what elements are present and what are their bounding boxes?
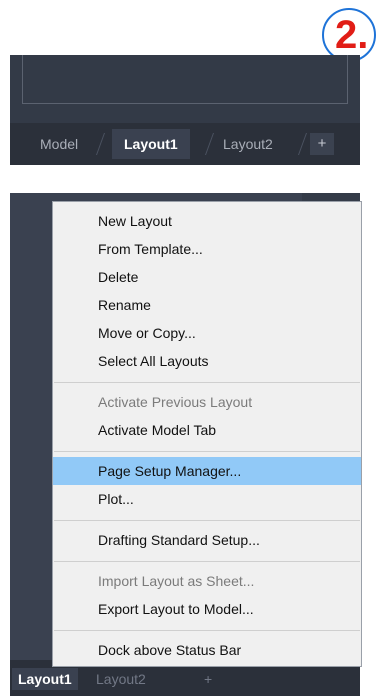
context-menu: New Layout From Template... Delete Renam… <box>52 201 362 667</box>
menu-item-activate-model-tab[interactable]: Activate Model Tab <box>53 416 361 444</box>
plus-icon: + <box>204 671 213 687</box>
menu-divider <box>54 630 360 631</box>
layout-tabs-panel: Model Layout1 Layout2 + <box>10 55 360 165</box>
step-number: 2. <box>335 13 369 57</box>
menu-item-import-layout-as-sheet: Import Layout as Sheet... <box>98 573 255 589</box>
add-layout-button-bottom[interactable]: + <box>204 671 212 687</box>
tab-separator <box>204 133 215 155</box>
menu-item-move-or-copy[interactable]: Move or Copy... <box>53 319 361 347</box>
menu-item-select-all-layouts[interactable]: Select All Layouts <box>53 347 361 375</box>
menu-item-plot[interactable]: Plot... <box>53 485 361 513</box>
drawing-area <box>10 55 360 123</box>
menu-divider <box>54 382 360 383</box>
menu-item-delete[interactable]: Delete <box>53 263 361 291</box>
step-badge: 2. <box>322 8 376 62</box>
menu-item-rename[interactable]: Rename <box>53 291 361 319</box>
layout-tab-bar: Model Layout1 Layout2 + <box>10 123 360 165</box>
menu-divider <box>54 561 360 562</box>
tab-layout2[interactable]: Layout2 <box>223 129 273 159</box>
tab-layout1[interactable]: Layout1 <box>112 129 190 159</box>
menu-item-page-setup-manager[interactable]: Page Setup Manager... <box>53 457 361 485</box>
add-layout-button[interactable]: + <box>310 133 334 155</box>
plus-icon: + <box>317 135 327 152</box>
tab-layout1-bottom[interactable]: Layout1 <box>12 668 78 690</box>
menu-item-drafting-standard-setup[interactable]: Drafting Standard Setup... <box>53 526 361 554</box>
tab-separator <box>297 133 308 155</box>
menu-item-from-template[interactable]: From Template... <box>53 235 361 263</box>
tab-layout2-bottom[interactable]: Layout2 <box>96 671 146 687</box>
menu-divider <box>54 520 360 521</box>
tab-model[interactable]: Model <box>40 129 78 159</box>
tab-separator <box>95 133 106 155</box>
menu-item-new-layout[interactable]: New Layout <box>53 207 361 235</box>
menu-divider <box>54 451 360 452</box>
menu-item-activate-previous-layout: Activate Previous Layout <box>98 394 253 410</box>
menu-item-dock-above-status-bar[interactable]: Dock above Status Bar <box>53 636 361 664</box>
layout-frame <box>22 55 348 104</box>
menu-item-export-layout-to-model[interactable]: Export Layout to Model... <box>53 595 361 623</box>
